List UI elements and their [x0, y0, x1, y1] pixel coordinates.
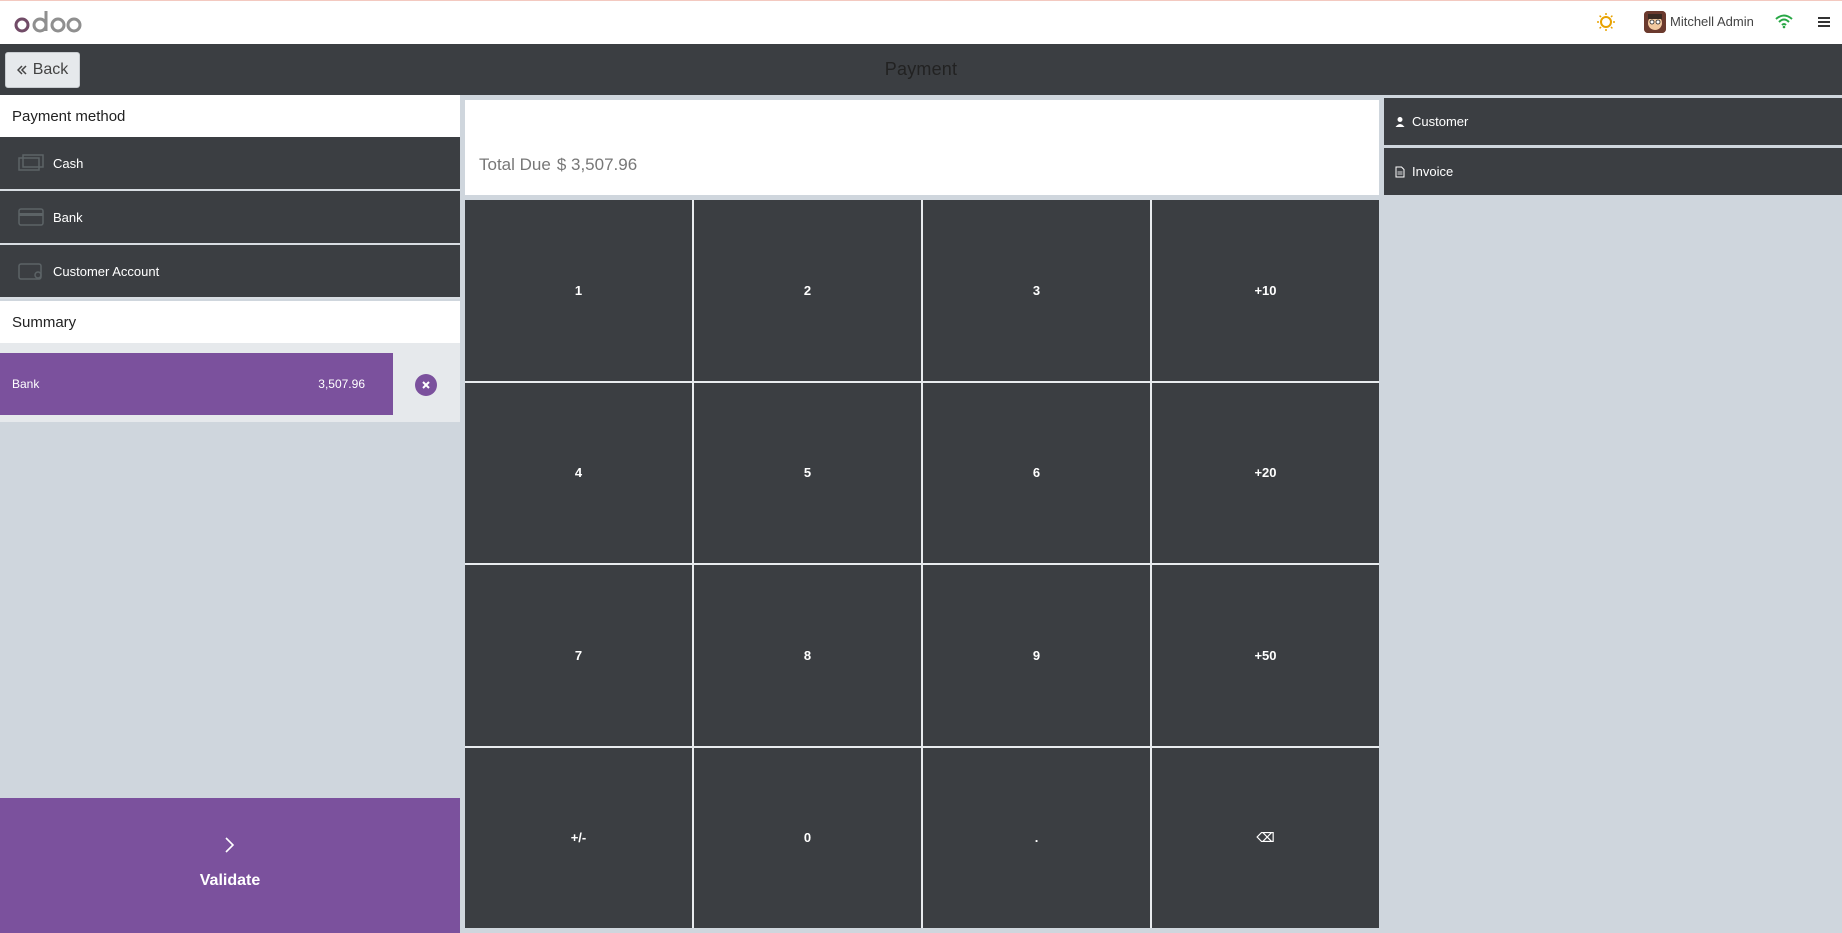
- user-name[interactable]: Mitchell Admin: [1670, 14, 1754, 29]
- numpad-key-plus10[interactable]: +10: [1152, 200, 1379, 381]
- avatar-face-icon: [1644, 11, 1666, 33]
- wifi-icon: [1775, 14, 1793, 29]
- numpad-key-7[interactable]: 7: [465, 565, 692, 746]
- payment-method-bank[interactable]: Bank: [0, 191, 460, 245]
- numpad: 1 2 3 +10 4 5 6 +20 7 8 9 +50 +/- 0 . ⌫: [465, 200, 1379, 928]
- top-navbar: Mitchell Admin: [0, 0, 1842, 44]
- payment-line-amount: 3,507.96: [318, 377, 365, 391]
- payment-method-cash[interactable]: Cash: [0, 137, 460, 191]
- numpad-key-9[interactable]: 9: [923, 565, 1150, 746]
- payment-method-customer-account[interactable]: Customer Account: [0, 245, 460, 299]
- payment-line-row: Bank 3,507.96: [0, 343, 460, 422]
- card-icon: [18, 208, 44, 226]
- wallet-icon: [18, 263, 42, 280]
- payment-method-label: Bank: [53, 209, 83, 225]
- numpad-key-plus20[interactable]: +20: [1152, 382, 1379, 563]
- payment-header-bar: Payment Back: [0, 44, 1842, 95]
- invoice-button[interactable]: Invoice: [1384, 148, 1842, 195]
- close-icon: [422, 381, 430, 389]
- numpad-key-6[interactable]: 6: [923, 382, 1150, 563]
- back-button[interactable]: Back: [5, 52, 80, 88]
- customer-button[interactable]: Customer: [1384, 98, 1842, 145]
- total-due-amount: $ 3,507.96: [556, 155, 638, 174]
- double-chevron-left-icon: [16, 65, 27, 75]
- file-text-icon: [1395, 166, 1405, 177]
- numpad-key-backspace[interactable]: ⌫: [1152, 747, 1379, 928]
- delete-payment-line-button[interactable]: [415, 374, 437, 396]
- validate-label: Validate: [199, 872, 261, 889]
- page-title: Payment: [884, 59, 958, 79]
- back-button-label: Back: [32, 61, 69, 78]
- sun-icon[interactable]: [1596, 12, 1616, 32]
- validate-button[interactable]: Validate: [0, 798, 460, 933]
- total-due: Total Due $ 3,507.96: [479, 155, 637, 175]
- payment-method-label: Customer Account: [53, 263, 160, 279]
- cash-icon: [18, 154, 44, 171]
- total-due-box: Total Due $ 3,507.96: [465, 100, 1379, 195]
- user-avatar[interactable]: [1644, 11, 1666, 33]
- payment-options-panel: Customer Invoice: [1384, 95, 1842, 933]
- payment-line-method: Bank: [12, 377, 40, 391]
- numpad-key-1[interactable]: 1: [465, 200, 692, 381]
- numpad-key-8[interactable]: 8: [694, 565, 921, 746]
- hamburger-menu-icon[interactable]: [1817, 15, 1831, 29]
- numpad-key-2[interactable]: 2: [694, 200, 921, 381]
- payment-methods-panel: Payment method Cash Bank Customer Accoun…: [0, 95, 460, 933]
- payment-method-header: Payment method: [0, 95, 460, 137]
- payment-line[interactable]: Bank 3,507.96: [0, 353, 393, 415]
- numpad-key-decimal[interactable]: .: [923, 747, 1150, 928]
- payment-method-label: Cash: [53, 155, 84, 171]
- numpad-key-3[interactable]: 3: [923, 200, 1150, 381]
- numpad-key-plus50[interactable]: +50: [1152, 565, 1379, 746]
- numpad-key-4[interactable]: 4: [465, 382, 692, 563]
- payment-center-panel: Total Due $ 3,507.96 1 2 3 +10 4 5 6 +20 …: [460, 95, 1384, 933]
- chevron-right-icon: [225, 837, 235, 853]
- numpad-key-0[interactable]: 0: [694, 747, 921, 928]
- total-due-label: Total Due: [479, 155, 551, 174]
- numpad-key-sign-toggle[interactable]: +/-: [465, 747, 692, 928]
- odoo-logo: [14, 11, 82, 33]
- invoice-button-label: Invoice: [1412, 164, 1454, 179]
- user-icon: [1395, 116, 1405, 127]
- summary-header: Summary: [0, 301, 460, 343]
- customer-button-label: Customer: [1412, 114, 1469, 129]
- numpad-key-5[interactable]: 5: [694, 382, 921, 563]
